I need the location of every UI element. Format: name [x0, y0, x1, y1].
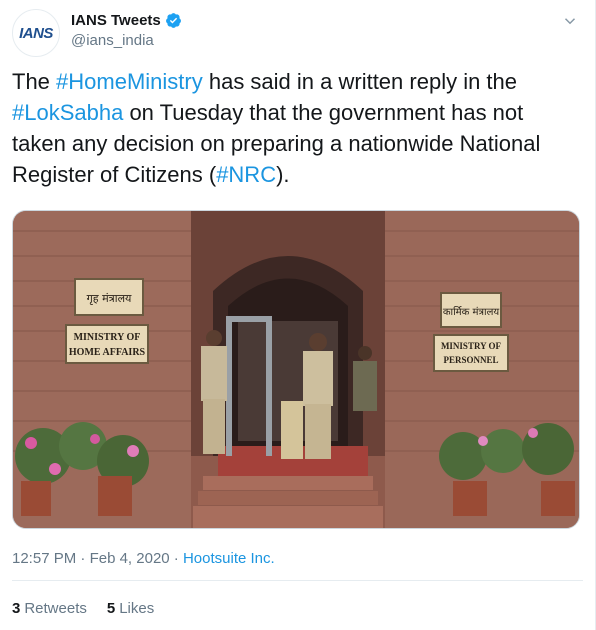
- tweet-date[interactable]: Feb 4, 2020: [90, 550, 170, 567]
- sign-right-line1: MINISTRY OF: [441, 341, 502, 351]
- sign-right-line2: PERSONNEL: [443, 355, 498, 365]
- sign-left-line2: HOME AFFAIRS: [69, 347, 146, 358]
- retweets-stat[interactable]: 3 Retweets: [12, 600, 87, 617]
- hashtag-link[interactable]: #HomeMinistry: [56, 69, 203, 94]
- author-name-row: IANS Tweets: [71, 12, 182, 29]
- author-handle[interactable]: @ians_india: [71, 32, 154, 49]
- meta-separator: ·: [173, 550, 179, 567]
- sign-right-hindi-text: कार्मिक मंत्रालय: [443, 306, 500, 318]
- retweets-label: Retweets: [24, 600, 87, 617]
- tweet-source-link[interactable]: Hootsuite Inc.: [183, 550, 275, 567]
- hashtag-link[interactable]: #LokSabha: [12, 100, 123, 125]
- verified-badge-icon: [165, 13, 181, 28]
- avatar[interactable]: IANS: [12, 9, 60, 57]
- tweet-text: The #HomeMinistry has said in a written …: [12, 66, 582, 190]
- avatar-logo-text: IANS: [19, 24, 53, 42]
- likes-stat[interactable]: 5 Likes: [107, 600, 154, 617]
- author-display-name[interactable]: IANS Tweets: [71, 12, 161, 29]
- retweets-count: 3: [12, 600, 21, 617]
- tweet-stats: 3 Retweets 5 Likes: [12, 600, 154, 617]
- tweet-text-segment: ).: [276, 162, 290, 187]
- tweet-text-segment: The: [12, 69, 57, 94]
- hashtag-link[interactable]: #NRC: [216, 162, 276, 187]
- tweet-card: IANS IANS Tweets @ians_india The #HomeMi…: [0, 0, 596, 630]
- likes-count: 5: [106, 600, 116, 617]
- tweet-time[interactable]: 12:57 PM: [12, 550, 76, 567]
- likes-label: Likes: [119, 600, 155, 617]
- sign-left-hindi-text: गृह मंत्रालय: [87, 292, 132, 305]
- divider: [12, 580, 583, 581]
- sign-left-line1: MINISTRY OF: [74, 332, 141, 343]
- building-entrance-image: गृह मंत्रालय MINISTRY OF HOME AFFAIRS का…: [13, 211, 579, 528]
- tweet-meta: 12:57 PM · Feb 4, 2020 · Hootsuite Inc.: [12, 550, 275, 567]
- tweet-text-segment: has said in a written reply in the: [202, 69, 518, 94]
- meta-separator: ·: [80, 550, 86, 567]
- chevron-down-icon[interactable]: [561, 12, 579, 30]
- tweet-photo[interactable]: गृह मंत्रालय MINISTRY OF HOME AFFAIRS का…: [12, 210, 580, 529]
